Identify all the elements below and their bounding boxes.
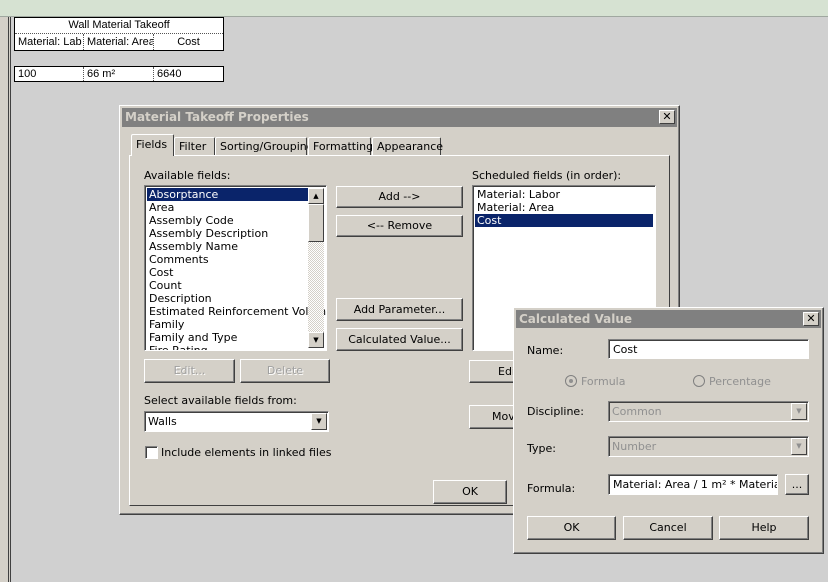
list-item[interactable]: Material: Labor: [475, 188, 653, 201]
list-item[interactable]: Assembly Code: [147, 214, 308, 227]
table-cell[interactable]: 6640: [154, 67, 223, 81]
column-header[interactable]: Material: Lab: [15, 34, 84, 50]
select-value: Number: [612, 440, 657, 453]
tab-appearance[interactable]: Appearance: [372, 137, 443, 156]
calculated-value-button[interactable]: Calculated Value...: [336, 328, 463, 351]
formula-browse-button[interactable]: ...: [785, 474, 809, 495]
chevron-down-icon[interactable]: ▼: [311, 413, 327, 430]
tab-filter[interactable]: Filter: [174, 137, 215, 156]
tab-fields[interactable]: Fields: [131, 134, 174, 156]
tab-sorting-grouping[interactable]: Sorting/Grouping: [215, 137, 314, 156]
table-cell[interactable]: 100: [15, 67, 84, 81]
list-item[interactable]: Cost: [147, 266, 308, 279]
list-item[interactable]: Absorptance: [147, 188, 308, 201]
project-browser-panel: [0, 17, 11, 582]
available-fields-label: Available fields:: [144, 169, 231, 182]
list-item[interactable]: Cost: [475, 214, 653, 227]
scheduled-fields-label: Scheduled fields (in order):: [472, 169, 622, 182]
formula-radio-label: Formula: [581, 375, 626, 388]
dialog-title: Material Takeoff Properties: [125, 110, 309, 124]
calc-ok-button[interactable]: OK: [527, 516, 616, 540]
fields-source-select[interactable]: Walls ▼: [144, 411, 329, 432]
percentage-radio[interactable]: Percentage: [693, 375, 771, 388]
type-label: Type:: [527, 442, 556, 455]
schedule-title: Wall Material Takeoff: [15, 18, 223, 34]
scroll-down-icon[interactable]: ▼: [308, 332, 324, 348]
chevron-down-icon[interactable]: ▼: [791, 438, 807, 455]
remove-button[interactable]: <-- Remove: [336, 215, 463, 237]
list-item[interactable]: Description: [147, 292, 308, 305]
schedule-header: Wall Material Takeoff Material: Lab Mate…: [14, 17, 224, 51]
table-row: 100 66 m² 6640: [14, 66, 224, 82]
list-item[interactable]: Count: [147, 279, 308, 292]
edit-button[interactable]: Edit...: [144, 359, 235, 383]
dialog-title-bar: Material Takeoff Properties ✕: [122, 108, 677, 127]
list-item[interactable]: Estimated Reinforcement Volume: [147, 305, 326, 318]
list-item[interactable]: Fire Rating: [147, 344, 308, 350]
scroll-up-icon[interactable]: ▲: [308, 188, 324, 204]
percentage-radio-label: Percentage: [709, 375, 771, 388]
ok-button[interactable]: OK: [433, 480, 507, 504]
list-item[interactable]: Area: [147, 201, 308, 214]
scrollbar[interactable]: ▲ ▼: [308, 188, 324, 348]
formula-input[interactable]: Material: Area / 1 m² * Material: L: [608, 474, 778, 495]
select-value: Common: [612, 405, 662, 418]
dialog-title: Calculated Value: [519, 312, 633, 326]
column-header[interactable]: Cost: [154, 34, 223, 50]
calc-help-button[interactable]: Help: [719, 516, 809, 540]
discipline-label: Discipline:: [527, 405, 584, 418]
list-item[interactable]: Family: [147, 318, 308, 331]
calc-cancel-button[interactable]: Cancel: [623, 516, 713, 540]
linked-files-label: Include elements in linked files: [161, 446, 332, 459]
column-header[interactable]: Material: Area: [84, 34, 154, 50]
formula-radio[interactable]: Formula: [565, 375, 625, 388]
scroll-thumb[interactable]: [308, 204, 324, 242]
linked-files-checkbox[interactable]: [145, 446, 158, 459]
name-input[interactable]: Cost: [608, 339, 809, 359]
top-toolbar-strip: [0, 0, 828, 17]
radio-icon: [693, 375, 705, 387]
tab-formatting[interactable]: Formatting: [308, 137, 373, 156]
type-select[interactable]: Number ▼: [608, 436, 809, 457]
select-from-label: Select available fields from:: [144, 394, 297, 407]
discipline-select[interactable]: Common ▼: [608, 401, 809, 422]
delete-button[interactable]: Delete: [240, 359, 330, 383]
radio-selected-icon: [565, 375, 577, 387]
select-value: Walls: [148, 415, 177, 428]
list-item[interactable]: Assembly Description: [147, 227, 308, 240]
chevron-down-icon[interactable]: ▼: [791, 403, 807, 420]
close-icon[interactable]: ✕: [803, 312, 819, 326]
table-cell[interactable]: 66 m²: [84, 67, 154, 81]
dialog-title-bar: Calculated Value ✕: [516, 310, 821, 328]
close-icon[interactable]: ✕: [659, 110, 675, 124]
list-item[interactable]: Assembly Name: [147, 240, 308, 253]
name-label: Name:: [527, 344, 564, 357]
list-item[interactable]: Material: Area: [475, 201, 653, 214]
list-item[interactable]: Comments: [147, 253, 308, 266]
formula-label: Formula:: [527, 482, 576, 495]
available-fields-list[interactable]: Absorptance Area Assembly Code Assembly Des…: [144, 185, 327, 351]
add-parameter-button[interactable]: Add Parameter...: [336, 298, 463, 321]
add-button[interactable]: Add -->: [336, 186, 463, 208]
list-item[interactable]: Family and Type: [147, 331, 308, 344]
